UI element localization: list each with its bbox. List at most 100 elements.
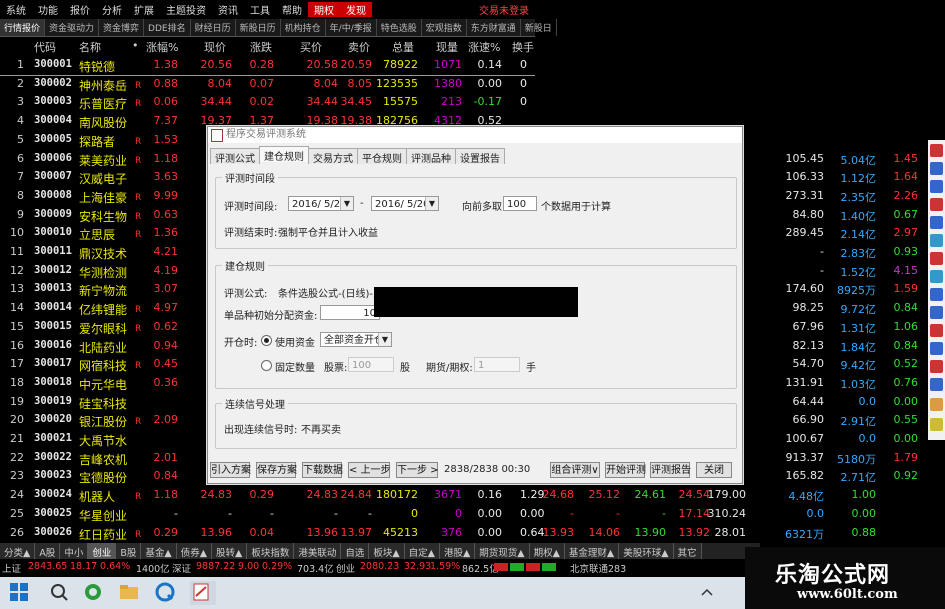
qq-icon[interactable] — [154, 581, 180, 605]
table-row[interactable]: 25 300025 华星创业 - - - - -0 0 0.00 0.00- - -17.14 310.2… — [0, 505, 920, 524]
btab-neeq[interactable]: 股转▲ — [212, 543, 248, 559]
chart-icon[interactable] — [930, 144, 943, 157]
btab-category[interactable]: 分类▲ — [0, 543, 36, 559]
menu-item-help[interactable]: 帮助 — [276, 2, 308, 17]
folder-icon[interactable] — [118, 581, 144, 605]
btab-fund[interactable]: 基金▲ — [141, 543, 177, 559]
fixed-qty-label[interactable]: 固定数量 — [275, 359, 315, 374]
tab-fund-drive[interactable]: 资金驱动力 — [45, 19, 100, 36]
chart-icon[interactable] — [930, 198, 943, 211]
tab-quote[interactable]: 行情报价 — [0, 19, 46, 36]
prev-step-button[interactable]: < 上一步 — [348, 462, 391, 478]
chevron-down-icon[interactable]: ▼ — [340, 197, 353, 210]
table-row[interactable]: 2 300002 神州泰岳 R 0.88 8.04 0.07 8.04 8.05 123535 13… — [0, 75, 920, 94]
date-from-picker[interactable]: 2016/ 5/20 ▼ — [288, 196, 354, 211]
gear-icon[interactable] — [930, 418, 943, 431]
tab-fund-game[interactable]: 资金博弈 — [99, 19, 145, 36]
table-row[interactable]: 1 300001 特锐德 1.38 20.56 0.28 20.58 20.59 78922 10… — [0, 56, 920, 75]
menu-item-discover[interactable]: 发现 — [340, 2, 372, 17]
chart-icon[interactable] — [930, 360, 943, 373]
menu-item-function[interactable]: 功能 — [32, 2, 64, 17]
chart-icon[interactable] — [930, 342, 943, 355]
btab-futures[interactable]: 期货现货▲ — [475, 543, 530, 559]
browser-icon[interactable] — [82, 581, 108, 605]
chart-icon[interactable] — [930, 324, 943, 337]
fixed-qty-radio[interactable] — [261, 360, 272, 371]
tab-special-pick[interactable]: 特色选股 — [377, 19, 422, 36]
menu-item-options[interactable]: 期权 — [308, 2, 340, 17]
btab-b-share[interactable]: B股 — [116, 543, 142, 559]
btab-wealth[interactable]: 基金理财▲ — [564, 543, 620, 559]
btab-options[interactable]: 期权▲ — [529, 543, 565, 559]
col-bid[interactable]: 买价 — [300, 39, 322, 55]
btab-watchlist[interactable]: 自选 — [341, 543, 370, 559]
btab-gem[interactable]: 创业 — [88, 543, 117, 559]
use-funds-select[interactable]: 全部资金开仓 ▼ — [320, 332, 392, 347]
close-button[interactable]: 关闭 — [696, 462, 732, 478]
next-step-button[interactable]: 下一步 > — [396, 462, 439, 478]
chevron-down-icon[interactable]: ▼ — [378, 333, 391, 346]
tab-macro[interactable]: 宏观指数 — [422, 19, 467, 36]
trading-app-icon[interactable] — [190, 581, 216, 605]
search-icon[interactable] — [48, 581, 74, 605]
menu-item-quote[interactable]: 报价 — [64, 2, 96, 17]
btab-sector-index[interactable]: 板块指数 — [247, 543, 295, 559]
start-test-button[interactable]: 开始评测 — [605, 462, 646, 478]
folder-icon[interactable] — [930, 398, 943, 411]
tab-ipo[interactable]: 新股日 — [521, 19, 557, 36]
tab-dde[interactable]: DDE排名 — [144, 19, 191, 36]
col-current-vol[interactable]: 现量 — [436, 39, 458, 55]
stock-input[interactable]: 100 — [348, 357, 394, 372]
menu-item-system[interactable]: 系统 — [0, 2, 32, 17]
col-price[interactable]: 现价 — [204, 39, 226, 55]
login-status[interactable]: 交易未登录 — [479, 2, 535, 17]
col-name[interactable]: 名称 — [79, 39, 101, 55]
tab-reports[interactable]: 年/中/季报 — [326, 19, 377, 36]
connection-status[interactable]: 北京联通283 — [570, 561, 626, 575]
tab-trade-method[interactable]: 交易方式 — [308, 148, 358, 165]
table-row[interactable]: 24 300024 机器人 R 1.18 24.83 0.29 24.83 24.84 18017… — [0, 486, 920, 505]
col-speed[interactable]: 涨速% — [468, 39, 500, 55]
btab-hk[interactable]: 港股▲ — [439, 543, 476, 559]
tab-build-rules[interactable]: 建仓规则 — [259, 146, 309, 163]
arrow-icon[interactable] — [930, 378, 943, 391]
tab-institution[interactable]: 机构持仓 — [281, 19, 326, 36]
btab-sector[interactable]: 板块▲ — [369, 543, 405, 559]
combo-test-button[interactable]: 组合评测∨ — [550, 462, 600, 478]
tray-chevron-icon[interactable] — [696, 581, 722, 605]
save-plan-button[interactable]: 保存方案 — [256, 462, 297, 478]
menu-item-info[interactable]: 资讯 — [212, 2, 244, 17]
menu-item-theme[interactable]: 主题投资 — [160, 2, 212, 17]
tab-calendar[interactable]: 财经日历 — [191, 19, 236, 36]
use-funds-radio[interactable] — [261, 335, 272, 346]
use-funds-label[interactable]: 使用资金 — [275, 334, 315, 349]
col-diff[interactable]: 涨跌 — [250, 39, 272, 55]
tab-report-settings[interactable]: 设置报告 — [455, 148, 505, 165]
tab-ipo-calendar[interactable]: 新股日历 — [236, 19, 281, 36]
chart-icon[interactable] — [930, 270, 943, 283]
btab-a-share[interactable]: A股 — [35, 543, 61, 559]
fe-icon[interactable] — [930, 180, 943, 193]
tab-formula[interactable]: 评测公式 — [210, 148, 260, 165]
fz-icon[interactable] — [930, 234, 943, 247]
col-ask[interactable]: 卖价 — [348, 39, 370, 55]
menu-item-analysis[interactable]: 分析 — [96, 2, 128, 17]
col-change-pct[interactable]: 涨幅% — [146, 39, 178, 55]
tab-products[interactable]: 评测品种 — [406, 148, 456, 165]
tab-close-rules[interactable]: 平仓规则 — [357, 148, 407, 165]
futures-input[interactable]: 1 — [474, 357, 520, 372]
table-row[interactable]: 3 300003 乐普医疗 R 0.06 34.44 0.02 34.44 34.45 15575… — [0, 93, 920, 112]
chevron-down-icon[interactable]: ▼ — [425, 197, 438, 210]
download-data-button[interactable]: 下载数据 — [302, 462, 343, 478]
chart-icon[interactable] — [930, 216, 943, 229]
menu-item-extend[interactable]: 扩展 — [128, 2, 160, 17]
btab-bond[interactable]: 债券▲ — [176, 543, 212, 559]
date-to-picker[interactable]: 2016/ 5/20 ▼ — [371, 196, 439, 211]
import-plan-button[interactable]: 引入方案 — [210, 462, 251, 478]
btab-hk-us[interactable]: 港美联动 — [294, 543, 342, 559]
test-report-button[interactable]: 评测报告 — [650, 462, 691, 478]
btab-custom[interactable]: 自定▲ — [404, 543, 440, 559]
chart-icon[interactable] — [930, 306, 943, 319]
btab-sme[interactable]: 中小 — [60, 543, 89, 559]
table-row[interactable]: 26 300026 红日药业 R 0.29 13.96 0.04 13.96 13.97 4521… — [0, 524, 920, 543]
